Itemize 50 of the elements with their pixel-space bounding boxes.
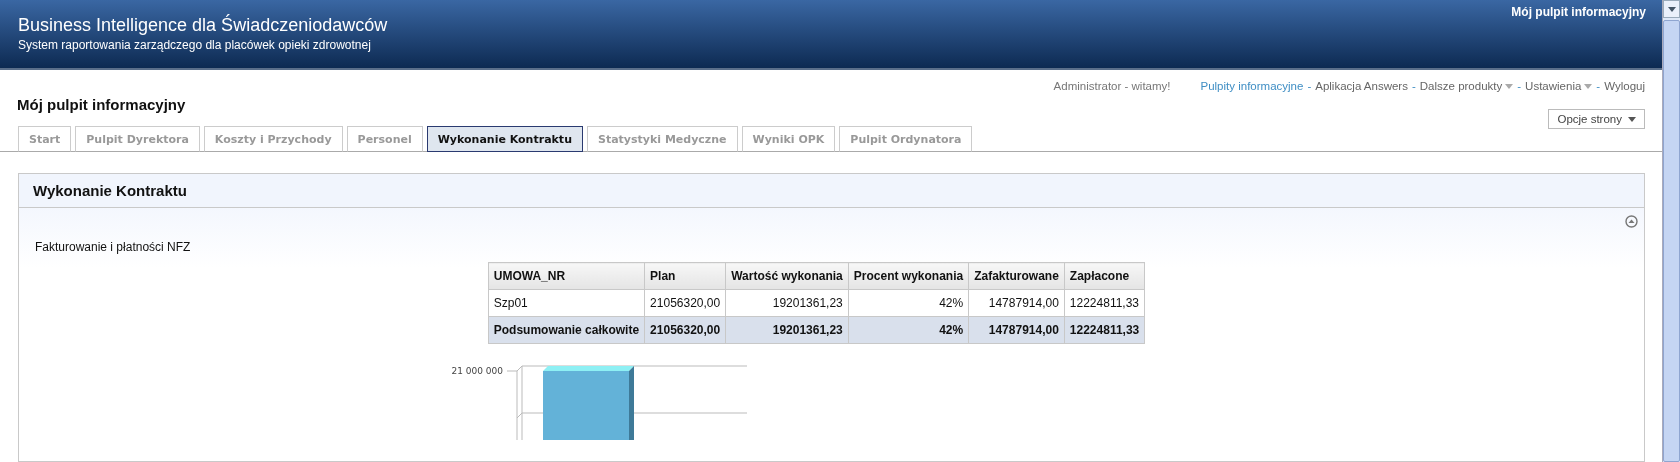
table-cell: 14787914,00 (968, 289, 1065, 317)
table-cell: 19201361,23 (725, 289, 849, 317)
caret-icon (1584, 83, 1593, 89)
page-title: Mój pulpit informacyjny (17, 96, 186, 115)
caret-icon (1667, 6, 1676, 12)
table-cell: Szp01 (488, 289, 645, 317)
dashboard-link[interactable]: Mój pulpit informacyjny (1511, 0, 1646, 68)
column-header: Zafakturowane (968, 262, 1065, 290)
table-cell: 21056320,00 (644, 316, 726, 344)
separator-text: - (1517, 80, 1522, 92)
nav-link[interactable]: Ustawienia (1525, 80, 1593, 92)
app-title: Business Intelligence dla Świadczeniodawców (18, 14, 388, 36)
tab[interactable]: Statystyki Medyczne (586, 126, 738, 152)
table-cell: 42% (848, 289, 969, 317)
nav-link[interactable]: Dalsze produkty (1419, 80, 1514, 92)
nav-link[interactable]: Pulpity informacyjne (1200, 80, 1304, 92)
tab[interactable]: Wykonanie Kontraktu (426, 126, 583, 152)
column-header: Plan (644, 262, 726, 290)
axis-tick-label: 21 000 000 (450, 366, 503, 376)
separator-text: - (1307, 80, 1312, 92)
column-header: UMOWA_NR (488, 262, 645, 290)
table-cell: 21056320,00 (644, 289, 726, 317)
column-header: Wartość wykonania (725, 262, 849, 290)
table-cell: 42% (848, 316, 969, 344)
tab[interactable]: Koszty i Przychody (203, 126, 343, 152)
report-title: Fakturowanie i płatności NFZ (35, 240, 192, 254)
app-subtitle: System raportowania zarządczego dla placówek opieki zdrowotnej (18, 38, 372, 52)
separator-text: - (1596, 80, 1601, 92)
greeting-text: Administrator - witamy! (1053, 80, 1171, 92)
table-cell: 12224811,33 (1064, 316, 1145, 344)
nav-link[interactable]: Wyloguj (1604, 80, 1645, 92)
table-cell: 14787914,00 (968, 316, 1065, 344)
column-header: Procent wykonania (848, 262, 969, 290)
table-cell: 12224811,33 (1064, 289, 1145, 317)
table-cell: 19201361,23 (725, 316, 849, 344)
tab[interactable]: Personel (346, 126, 423, 152)
table-cell: Podsumowanie całkowite (488, 316, 645, 344)
caret-icon (1505, 83, 1514, 89)
caret-icon (1628, 116, 1636, 122)
tab[interactable]: Pulpit Dyrektora (75, 126, 200, 152)
tab[interactable]: Pulpit Ordynatora (839, 126, 973, 152)
scroll-bar[interactable] (1662, 0, 1680, 462)
separator-text: - (1411, 80, 1416, 92)
tab[interactable]: Wyniki OPK (741, 126, 836, 152)
collapse-icon[interactable] (1625, 215, 1638, 228)
page-options-button[interactable]: Opcje strony (1548, 109, 1645, 129)
column-header: Zapłacone (1064, 262, 1145, 290)
tab[interactable]: Start (18, 126, 72, 152)
section-title: Wykonanie Kontraktu (19, 174, 1644, 208)
nav-link[interactable]: Aplikacja Answers (1315, 80, 1408, 92)
